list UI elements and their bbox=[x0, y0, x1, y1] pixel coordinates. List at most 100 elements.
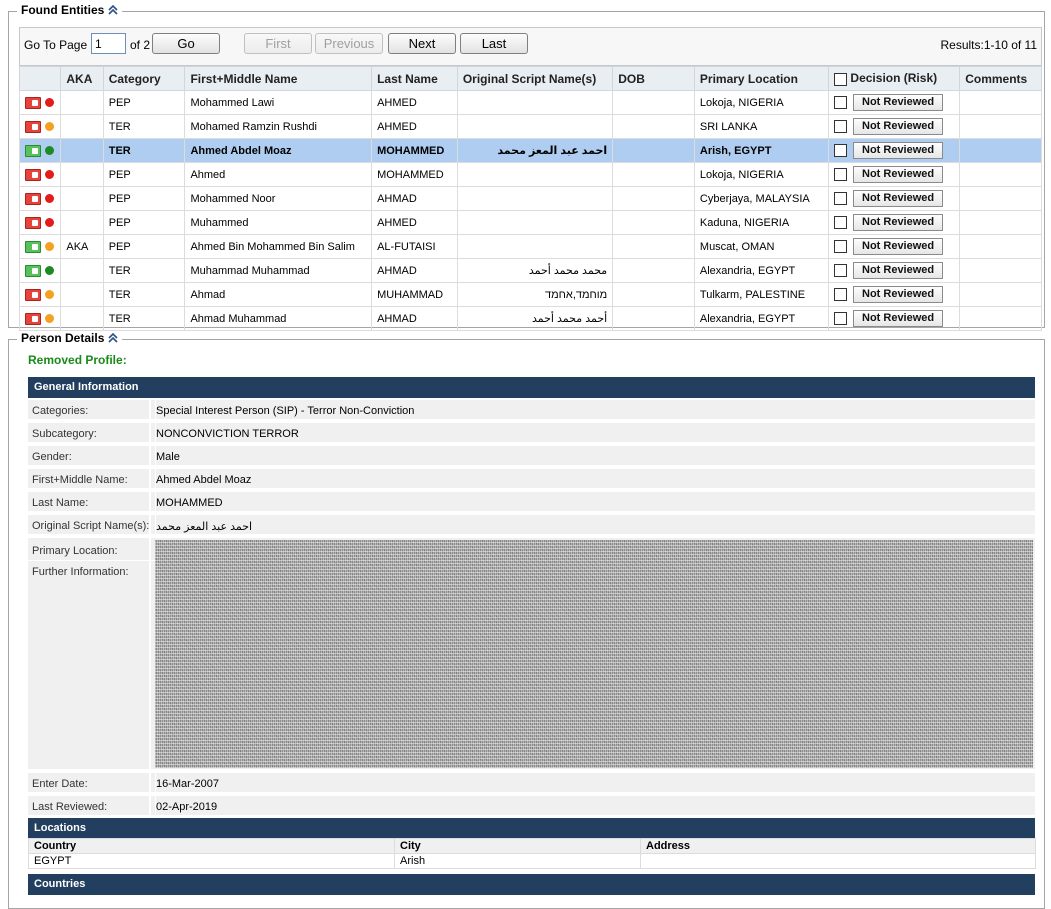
go-button[interactable]: Go bbox=[152, 33, 220, 54]
field-original-script: Original Script Name(s): احمد عبد المعز … bbox=[28, 515, 1035, 536]
profile-card-icon[interactable] bbox=[25, 168, 41, 181]
row-select-checkbox[interactable] bbox=[834, 312, 848, 325]
category-cell: PEP bbox=[102, 210, 186, 235]
col-header-comments[interactable]: Comments bbox=[959, 66, 1042, 91]
dob-cell bbox=[612, 210, 695, 235]
comments-cell[interactable] bbox=[959, 210, 1042, 235]
field-label: Original Script Name(s): bbox=[32, 520, 150, 532]
field-value: MOHAMMED bbox=[155, 492, 223, 513]
comments-cell[interactable] bbox=[959, 186, 1042, 211]
comments-cell[interactable] bbox=[959, 138, 1042, 163]
table-row[interactable]: PEP Ahmed MOHAMMED Lokoja, NIGERIA Not Revie… bbox=[18, 162, 1042, 187]
col-header-primary-location[interactable]: Primary Location bbox=[693, 66, 830, 91]
select-all-checkbox[interactable] bbox=[834, 72, 848, 86]
profile-card-icon[interactable] bbox=[25, 192, 41, 205]
comments-cell[interactable] bbox=[959, 234, 1042, 259]
not-reviewed-button[interactable]: Not Reviewed bbox=[853, 262, 944, 279]
next-page-button[interactable]: Next bbox=[388, 33, 456, 54]
decision-header-label[interactable]: Decision (Risk) bbox=[850, 71, 937, 85]
comments-cell[interactable] bbox=[959, 162, 1042, 187]
field-value: Ahmed Abdel Moaz bbox=[155, 469, 251, 490]
table-row[interactable]: PEP Mohammed Lawi AHMED Lokoja, NIGERIA Not … bbox=[18, 90, 1042, 115]
row-select-checkbox[interactable] bbox=[834, 192, 848, 205]
profile-card-icon[interactable] bbox=[25, 312, 41, 325]
original-script-cell: احمد عبد المعز محمد bbox=[456, 138, 614, 163]
first-middle-name-cell: Ahmad Muhammad bbox=[184, 306, 373, 331]
not-reviewed-button[interactable]: Not Reviewed bbox=[853, 142, 944, 159]
row-select-checkbox[interactable] bbox=[834, 264, 848, 277]
col-header-aka[interactable]: AKA bbox=[60, 66, 104, 91]
dob-cell bbox=[612, 282, 695, 307]
row-select-checkbox[interactable] bbox=[834, 168, 848, 181]
risk-dot-icon bbox=[45, 146, 54, 155]
not-reviewed-button[interactable]: Not Reviewed bbox=[853, 286, 944, 303]
col-header-decision: Decision (Risk) bbox=[828, 66, 961, 91]
not-reviewed-button[interactable]: Not Reviewed bbox=[853, 214, 944, 231]
decision-cell: Not Reviewed bbox=[828, 306, 961, 331]
primary-location-cell: Alexandria, EGYPT bbox=[693, 258, 830, 283]
original-script-cell bbox=[456, 90, 614, 115]
aka-cell bbox=[60, 306, 104, 331]
primary-location-cell: Lokoja, NIGERIA bbox=[693, 90, 830, 115]
location-country: EGYPT bbox=[28, 853, 395, 869]
profile-card-icon[interactable] bbox=[25, 120, 41, 133]
last-page-button[interactable]: Last bbox=[460, 33, 528, 54]
not-reviewed-button[interactable]: Not Reviewed bbox=[853, 118, 944, 135]
table-row[interactable]: TER Ahmad MUHAMMAD מוחמד,אחמד Tulkarm, PALES… bbox=[18, 282, 1042, 307]
row-select-checkbox[interactable] bbox=[834, 240, 848, 253]
profile-card-icon[interactable] bbox=[25, 96, 41, 109]
field-label: Enter Date: bbox=[32, 778, 88, 790]
row-select-checkbox[interactable] bbox=[834, 216, 848, 229]
page-count-label: of 2 bbox=[130, 38, 151, 52]
status-icons-cell bbox=[18, 306, 62, 331]
status-icons-cell bbox=[18, 162, 62, 187]
comments-cell[interactable] bbox=[959, 90, 1042, 115]
comments-cell[interactable] bbox=[959, 114, 1042, 139]
table-row[interactable]: PEP Muhammed AHMED Kaduna, NIGERIA Not Revie… bbox=[18, 210, 1042, 235]
table-header-row: AKA Category First+Middle Name Last Name… bbox=[18, 66, 1042, 91]
col-header-dob[interactable]: DOB bbox=[612, 66, 695, 91]
first-page-button[interactable]: First bbox=[244, 33, 312, 54]
original-script-cell: מוחמד,אחמד bbox=[456, 282, 614, 307]
found-entities-title: Found Entities bbox=[21, 3, 105, 17]
not-reviewed-button[interactable]: Not Reviewed bbox=[853, 238, 944, 255]
table-row[interactable]: TER Ahmad Muhammad AHMAD أحمد محمد أحمد Alex… bbox=[18, 306, 1042, 331]
comments-cell[interactable] bbox=[959, 306, 1042, 331]
previous-page-button[interactable]: Previous bbox=[315, 33, 383, 54]
row-select-checkbox[interactable] bbox=[834, 144, 848, 157]
col-header-category[interactable]: Category bbox=[102, 66, 186, 91]
not-reviewed-button[interactable]: Not Reviewed bbox=[853, 190, 944, 207]
comments-cell[interactable] bbox=[959, 282, 1042, 307]
status-icons-cell bbox=[18, 90, 62, 115]
col-header-first-middle-name[interactable]: First+Middle Name bbox=[184, 66, 373, 91]
profile-card-icon[interactable] bbox=[25, 144, 41, 157]
original-script-cell bbox=[456, 186, 614, 211]
dob-cell bbox=[612, 162, 695, 187]
not-reviewed-button[interactable]: Not Reviewed bbox=[853, 310, 944, 327]
not-reviewed-button[interactable]: Not Reviewed bbox=[853, 94, 944, 111]
profile-card-icon[interactable] bbox=[25, 288, 41, 301]
profile-card-icon[interactable] bbox=[25, 240, 41, 253]
col-header-original-script[interactable]: Original Script Name(s) bbox=[456, 66, 614, 91]
last-name-cell: AHMAD bbox=[371, 306, 458, 331]
profile-card-icon[interactable] bbox=[25, 264, 41, 277]
aka-cell bbox=[60, 186, 104, 211]
table-row[interactable]: TER Mohamed Ramzin Rushdi AHMED SRI LANKA No… bbox=[18, 114, 1042, 139]
page-number-input[interactable] bbox=[91, 33, 126, 54]
status-icons-cell bbox=[18, 282, 62, 307]
first-middle-name-cell: Ahmad bbox=[184, 282, 373, 307]
locations-table: Country City Address EGYPT Arish bbox=[28, 838, 1036, 869]
row-select-checkbox[interactable] bbox=[834, 96, 848, 109]
row-select-checkbox[interactable] bbox=[834, 120, 848, 133]
not-reviewed-button[interactable]: Not Reviewed bbox=[853, 166, 944, 183]
collapse-chevron-icon[interactable] bbox=[108, 4, 118, 16]
row-select-checkbox[interactable] bbox=[834, 288, 848, 301]
table-row[interactable]: PEP Mohammed Noor AHMAD Cyberjaya, MALAYSIA… bbox=[18, 186, 1042, 211]
profile-card-icon[interactable] bbox=[25, 216, 41, 229]
table-row[interactable]: TER Muhammad Muhammad AHMAD محمد محمد أحمد A… bbox=[18, 258, 1042, 283]
comments-cell[interactable] bbox=[959, 258, 1042, 283]
table-row[interactable]: TER Ahmed Abdel Moaz MOHAMMED احمد عبد المع… bbox=[18, 138, 1042, 163]
collapse-chevron-icon[interactable] bbox=[108, 332, 118, 344]
table-row[interactable]: AKA PEP Ahmed Bin Mohammed Bin Salim AL-FUT… bbox=[18, 234, 1042, 259]
col-header-last-name[interactable]: Last Name bbox=[371, 66, 458, 91]
